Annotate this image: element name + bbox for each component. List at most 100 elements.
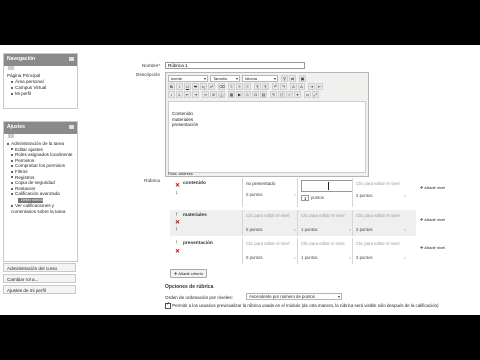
- bullet-icon: [11, 165, 13, 168]
- align-center-icon[interactable]: ≡: [236, 83, 243, 90]
- text-color-icon[interactable]: A: [290, 83, 297, 90]
- preview-checkbox[interactable]: ✓: [165, 302, 171, 309]
- level-points: 1 puntos: [301, 255, 318, 260]
- special-char-icon[interactable]: Ω: [252, 91, 259, 98]
- sort-order-label: Orden de ordenación por niveles:: [165, 295, 233, 300]
- level-cell[interactable]: Clic para editar el nivel 2 puntos ×: [352, 178, 408, 207]
- image-icon[interactable]: ▦: [228, 91, 235, 98]
- ajustes-perfil-strip[interactable]: Ajustes de mi perfil: [3, 285, 76, 294]
- level-cell[interactable]: no presentado 0 puntos ×: [242, 178, 298, 207]
- level-cell[interactable]: Clic para editar el nivel 2 puntos ×: [352, 238, 408, 264]
- delete-level-icon[interactable]: ×: [294, 227, 296, 232]
- navigation-block-header[interactable]: Navegación: [4, 54, 77, 66]
- replace-icon[interactable]: ⇄: [289, 75, 296, 82]
- ltr-icon[interactable]: ¶: [254, 83, 261, 90]
- block-dock-icon[interactable]: [8, 134, 14, 138]
- level-description: Clic para editar el nivel: [356, 181, 400, 186]
- font-size-select[interactable]: Tamaño: [210, 75, 240, 82]
- redo-icon[interactable]: ↷: [280, 83, 287, 90]
- font-family-select[interactable]: fuente: [168, 75, 208, 82]
- criterion-name[interactable]: presentación: [183, 241, 213, 246]
- settings-item-ver-calificaciones[interactable]: Ver calificaciones y comentarios sobre l…: [7, 203, 74, 214]
- emoticon-icon[interactable]: ☺: [244, 91, 251, 98]
- spellcheck-icon[interactable]: ✓: [286, 91, 293, 98]
- undo-icon[interactable]: ↶: [272, 83, 279, 90]
- spellcheck-dropdown-icon[interactable]: ▾: [294, 91, 301, 98]
- editor-toolbar-row-3: • 1. ⇤ ⇥ ∞ ⊘ ⚓ ▦ ▶ ☺ Ω ▤ ✎ ⟨⟩ ✓ ▾ ▭ ⤢: [168, 91, 364, 99]
- bullet-list-icon[interactable]: •: [168, 91, 175, 98]
- level-cell[interactable]: Clic para editar el nivel 0 puntos ×: [242, 210, 298, 236]
- move-up-icon[interactable]: ↑: [175, 240, 178, 246]
- level-cell[interactable]: puntos: [297, 178, 353, 207]
- clear-format-icon[interactable]: ⌫: [218, 83, 225, 90]
- sort-order-select[interactable]: Ascendente por número de puntos: [246, 293, 342, 300]
- align-right-icon[interactable]: ≡: [244, 83, 251, 90]
- criterion-row: ✕ ↓ contenido no presentado 0 puntos × p…: [170, 178, 445, 207]
- level-description: Clic para editar el nivel: [301, 241, 345, 246]
- fullscreen-icon[interactable]: ▣: [299, 75, 306, 82]
- bold-icon[interactable]: B: [168, 83, 175, 90]
- add-level-button[interactable]: ✚ Añadir nivel: [420, 185, 460, 190]
- block-collapse-icon[interactable]: [69, 57, 74, 61]
- level-cell[interactable]: Clic para editar el nivel 1 puntos ×: [297, 238, 353, 264]
- add-level-button[interactable]: ✚ Añadir nivel: [420, 245, 460, 250]
- subscript-icon[interactable]: x₂: [200, 83, 207, 90]
- superscript-icon[interactable]: x²: [208, 83, 215, 90]
- html-icon[interactable]: ⟨⟩: [278, 91, 285, 98]
- move-down-icon[interactable]: ↓: [175, 190, 178, 196]
- strikethrough-icon[interactable]: S: [192, 83, 199, 90]
- numbered-list-icon[interactable]: 1.: [176, 91, 183, 98]
- delete-criterion-icon[interactable]: ✕: [175, 248, 180, 255]
- level-cell[interactable]: Clic para editar el nivel 1 puntos ×: [297, 210, 353, 236]
- align-left-icon[interactable]: ≡: [228, 83, 235, 90]
- delete-level-icon[interactable]: ×: [294, 255, 296, 260]
- move-up-icon[interactable]: ↑: [175, 212, 178, 218]
- background-color-icon[interactable]: A: [298, 83, 305, 90]
- indent-icon[interactable]: ⇥: [192, 91, 199, 98]
- anchor-icon[interactable]: ⚓: [218, 91, 225, 98]
- level-description-input[interactable]: [301, 180, 353, 192]
- level-cell[interactable]: Clic para editar el nivel 0 puntos ×: [242, 238, 298, 264]
- delete-level-icon[interactable]: ×: [294, 192, 296, 197]
- language-select[interactable]: Idioma: [242, 75, 278, 82]
- delete-level-icon[interactable]: ×: [404, 227, 406, 232]
- find-icon[interactable]: ⚲: [281, 75, 288, 82]
- cleanup-icon[interactable]: ✎: [270, 91, 277, 98]
- criterion-name[interactable]: contenido: [183, 181, 206, 186]
- rtl-icon[interactable]: ¶: [262, 83, 269, 90]
- nombre-input[interactable]: [165, 62, 305, 69]
- editor-content-area[interactable]: Contenido materiales presentación: [168, 101, 366, 173]
- fullscreen-toggle-icon[interactable]: ⤢: [312, 91, 319, 98]
- delete-level-icon[interactable]: ×: [349, 227, 351, 232]
- criterion-name[interactable]: materiales: [183, 213, 207, 218]
- underline-icon[interactable]: U: [184, 83, 191, 90]
- level-cell[interactable]: Clic para editar el nivel 2 puntos ×: [352, 210, 408, 236]
- file-icon[interactable]: ▭: [304, 91, 311, 98]
- link-icon[interactable]: ∞: [202, 91, 209, 98]
- ltr-dir-icon[interactable]: ⇥: [308, 83, 315, 90]
- admin-curso-strip[interactable]: Administración del curso: [3, 263, 76, 272]
- italic-icon[interactable]: I: [176, 83, 183, 90]
- cambiar-rol-strip[interactable]: Cambiar rol a...: [3, 274, 76, 283]
- bullet-icon: [11, 187, 13, 190]
- settings-block-header[interactable]: Ajustes: [4, 122, 77, 134]
- delete-level-icon[interactable]: ×: [404, 193, 406, 198]
- delete-criterion-icon[interactable]: ✕: [175, 219, 180, 226]
- rtl-dir-icon[interactable]: ⇤: [316, 83, 323, 90]
- delete-criterion-icon[interactable]: ✕: [175, 182, 180, 189]
- bullet-icon: [11, 92, 13, 95]
- navigation-block: Navegación Página Principal Área persona…: [3, 53, 78, 109]
- move-down-icon[interactable]: ↓: [175, 226, 178, 232]
- delete-level-icon[interactable]: ×: [404, 255, 406, 260]
- media-icon[interactable]: ▶: [236, 91, 243, 98]
- block-dock-icon[interactable]: [8, 66, 14, 70]
- level-points-input[interactable]: [301, 195, 309, 201]
- add-level-button[interactable]: ✚ Añadir nivel: [420, 217, 460, 222]
- unlink-icon[interactable]: ⊘: [210, 91, 217, 98]
- outdent-icon[interactable]: ⇤: [184, 91, 191, 98]
- block-collapse-icon[interactable]: [69, 125, 74, 129]
- delete-level-icon[interactable]: ×: [349, 255, 351, 260]
- table-icon[interactable]: ▤: [260, 91, 267, 98]
- add-criterion-button[interactable]: ✚ Añadir criterio: [170, 269, 207, 278]
- nav-item-mi-perfil[interactable]: Mi perfil: [7, 91, 74, 97]
